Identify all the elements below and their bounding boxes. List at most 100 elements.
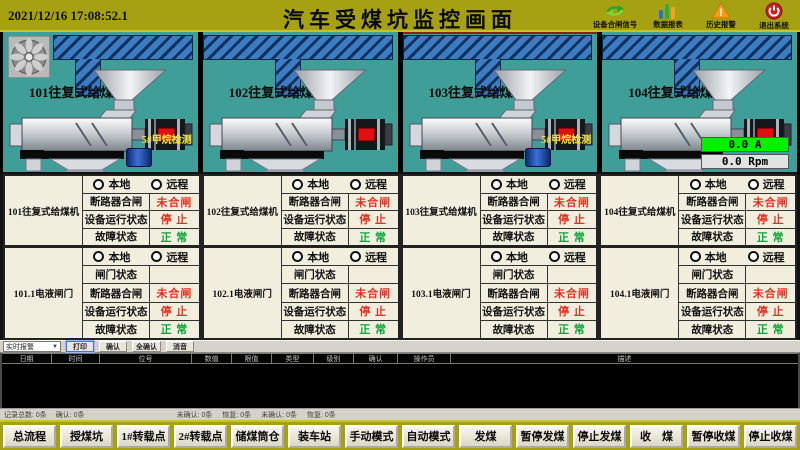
local-radio[interactable]: 本地 [93, 249, 130, 265]
mute-button[interactable]: 消音 [166, 341, 194, 352]
current-readout: 0.0 A [701, 137, 789, 152]
breaker-value: 未合闸 [150, 194, 199, 211]
local-radio[interactable]: 本地 [690, 176, 727, 192]
alarm-table-header: 日期 时间 位号 数值 限值 类型 级别 确认 操作员 描述 [2, 353, 798, 364]
warning-triangle-icon: ! [711, 2, 731, 19]
column-header: 类型 [272, 354, 314, 363]
fault-value: 正 常 [746, 321, 795, 338]
history-alarm-button[interactable]: ! 历史报警 [694, 0, 747, 32]
ceiling-beam [53, 35, 193, 60]
nav-loading-station-button[interactable]: 装车站 [288, 425, 341, 448]
local-radio[interactable]: 本地 [292, 249, 329, 265]
status-col-104: 104往复式给煤机 本地 远程 断路器合闸未合闸 设备运行状态停 止 故障状态正… [599, 174, 797, 340]
remote-label: 远程 [763, 249, 785, 265]
local-label: 本地 [307, 176, 329, 192]
remote-radio[interactable]: 远程 [748, 176, 785, 192]
data-report-button[interactable]: 数据报表 [641, 0, 694, 32]
methane-detector-label: 5#甲烷检测 [541, 131, 591, 146]
remote-radio[interactable]: 远程 [151, 249, 188, 265]
remote-label: 远程 [365, 249, 387, 265]
radio-icon [748, 251, 759, 262]
feeder-status-title: 101往复式给煤机 [5, 176, 83, 245]
run-label: 设备运行状态 [83, 211, 150, 228]
local-radio[interactable]: 本地 [93, 176, 130, 192]
gate-state-value [548, 266, 597, 283]
local-radio[interactable]: 本地 [292, 176, 329, 192]
remote-radio[interactable]: 远程 [350, 249, 387, 265]
header-button-label: 历史报警 [706, 19, 735, 29]
column-header: 操作员 [398, 354, 451, 363]
gate-status-title: 104.1电液闸门 [601, 248, 679, 338]
exit-system-button[interactable]: 退出系统 [747, 0, 800, 32]
local-radio[interactable]: 本地 [690, 249, 727, 265]
summary-total: 记录总数: 0条 [4, 410, 47, 420]
feeder-panel-104: 104往复式给煤机 0.0 A 0.0 Rpm [602, 32, 797, 172]
pause-receive-button[interactable]: 暂停收煤 [687, 425, 740, 448]
rpm-readout: 0.0 Rpm [701, 154, 789, 169]
remote-radio[interactable]: 远程 [350, 176, 387, 192]
bottom-nav: 总流程 授煤坑 1#转载点 2#转载点 储煤筒仓 装车站 手动模式 自动模式 发… [0, 420, 800, 450]
run-label: 设备运行状态 [282, 303, 349, 320]
motor-readouts: 0.0 A 0.0 Rpm [701, 135, 789, 169]
nav-coal-pit-button[interactable]: 授煤坑 [60, 425, 113, 448]
alarm-view-dropdown[interactable]: 实时报警 ▼ [3, 341, 61, 352]
column-header: 日期 [2, 354, 52, 363]
remote-radio[interactable]: 远程 [151, 176, 188, 192]
local-label: 本地 [705, 176, 727, 192]
print-button[interactable]: 打印 [66, 341, 94, 352]
run-label: 设备运行状态 [481, 303, 548, 320]
feeder-status-title: 104往复式给煤机 [601, 176, 679, 245]
device-close-signal-button[interactable]: 设备合闸信号 [588, 0, 641, 32]
feeder-status-title: 103往复式给煤机 [403, 176, 481, 245]
run-value: 停 止 [746, 211, 795, 228]
column-header: 描述 [451, 354, 798, 363]
breaker-label: 断路器合闸 [282, 284, 349, 301]
breaker-label: 断路器合闸 [481, 194, 548, 211]
methane-detector-label: 5#甲烷检测 [142, 131, 192, 146]
run-value: 停 止 [349, 211, 398, 228]
fault-label: 故障状态 [679, 321, 746, 338]
radio-icon [549, 251, 560, 262]
ack-all-button[interactable]: 全确认 [132, 341, 161, 352]
remote-radio[interactable]: 远程 [549, 249, 586, 265]
svg-text:!: ! [719, 7, 723, 19]
nav-silo-button[interactable]: 储煤筒仓 [231, 425, 284, 448]
fault-value: 正 常 [548, 229, 597, 246]
nav-total-flow-button[interactable]: 总流程 [3, 425, 56, 448]
local-radio[interactable]: 本地 [491, 176, 528, 192]
stop-receive-button[interactable]: 停止收煤 [744, 425, 797, 448]
remote-label: 远程 [166, 249, 188, 265]
column-header: 级别 [314, 354, 354, 363]
breaker-value: 未合闸 [349, 194, 398, 211]
stop-send-button[interactable]: 停止发煤 [573, 425, 626, 448]
radio-icon [151, 251, 162, 262]
fault-label: 故障状态 [679, 229, 746, 246]
nav-transfer1-button[interactable]: 1#转载点 [117, 425, 170, 448]
run-label: 设备运行状态 [83, 303, 150, 320]
local-label: 本地 [108, 249, 130, 265]
radio-icon [491, 179, 502, 190]
radio-icon [690, 251, 701, 262]
run-value: 停 止 [548, 303, 597, 320]
receive-coal-button[interactable]: 收 煤 [630, 425, 683, 448]
run-label: 设备运行状态 [679, 211, 746, 228]
nav-transfer2-button[interactable]: 2#转载点 [174, 425, 227, 448]
send-coal-button[interactable]: 发煤 [459, 425, 512, 448]
remote-radio[interactable]: 远程 [748, 249, 785, 265]
pause-send-button[interactable]: 暂停发煤 [516, 425, 569, 448]
radio-icon [350, 251, 361, 262]
gate-status-title: 101.1电液闸门 [5, 248, 83, 338]
auto-mode-button[interactable]: 自动模式 [402, 425, 455, 448]
gate-state-label: 闸门状态 [481, 266, 548, 283]
header-button-label: 退出系统 [759, 20, 788, 30]
fault-label: 故障状态 [282, 229, 349, 246]
breaker-value: 未合闸 [746, 194, 795, 211]
methane-sensor-icon [525, 148, 551, 167]
manual-mode-button[interactable]: 手动模式 [345, 425, 398, 448]
ack-button[interactable]: 确认 [99, 341, 127, 352]
remote-radio[interactable]: 远程 [549, 176, 586, 192]
breaker-label: 断路器合闸 [83, 284, 150, 301]
breaker-label: 断路器合闸 [83, 194, 150, 211]
column-header: 时间 [52, 354, 100, 363]
local-radio[interactable]: 本地 [491, 249, 528, 265]
